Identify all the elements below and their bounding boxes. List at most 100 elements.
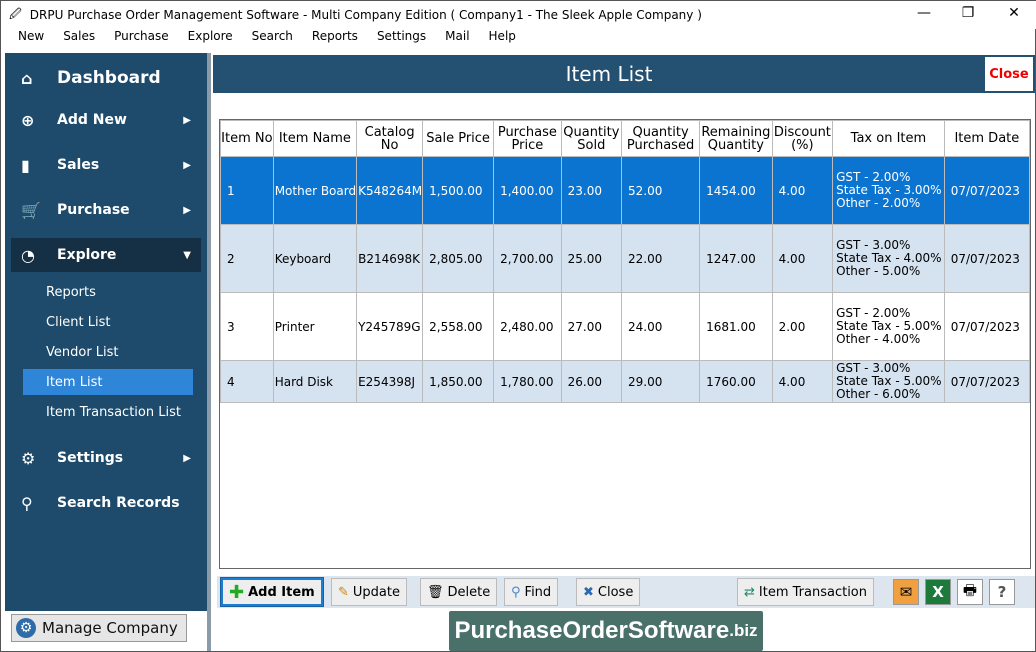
table-cell: GST - 2.00% State Tax - 3.00% Other - 2.00… [832, 156, 945, 225]
column-header[interactable]: Remaining Quantity [699, 120, 773, 157]
table-row[interactable]: 2 Keyboard B214698K 2,805.00 2,700.00 25.00 22… [220, 224, 1031, 293]
email-icon[interactable]: ✉ [893, 579, 919, 605]
magnifier-icon: ⚲ [511, 584, 521, 600]
sidebar-item-explore[interactable]: ◔ Explore ▼ [11, 238, 201, 272]
column-header[interactable]: Quantity Sold [560, 120, 623, 157]
chevron-right-icon: ▶ [183, 204, 191, 216]
sidebar-sub-item-transaction-list[interactable]: Item Transaction List [23, 399, 193, 425]
minimize-button[interactable]: — [909, 5, 939, 21]
table-cell: Hard Disk [272, 360, 358, 403]
table-cell: 27.00 [560, 292, 623, 361]
table-cell: 29.00 [621, 360, 701, 403]
splitter[interactable] [207, 53, 211, 651]
sidebar-item-search-records[interactable]: ⚲ Search Records [11, 486, 201, 520]
sidebar-sub-client-list[interactable]: Client List [23, 309, 193, 335]
add-item-button[interactable]: ✚ Add Item [220, 577, 324, 607]
menu-reports[interactable]: Reports [312, 29, 358, 47]
table-cell: B214698K [356, 224, 424, 293]
chevron-right-icon: ▶ [183, 114, 191, 126]
table-cell: 2 [220, 224, 274, 293]
table-cell: 23.00 [560, 156, 623, 225]
menu-new[interactable]: New [18, 29, 44, 47]
column-header[interactable]: Tax on Item [832, 120, 945, 157]
menu-settings[interactable]: Settings [377, 29, 426, 47]
close-button[interactable]: ✖ Close [576, 578, 641, 606]
table-cell: 2,480.00 [493, 292, 562, 361]
table-cell: Mother Board [272, 156, 358, 225]
table-cell: Keyboard [272, 224, 358, 293]
table-cell: GST - 3.00% State Tax - 5.00% Other - 6.00… [832, 360, 945, 403]
menu-search[interactable]: Search [252, 29, 293, 47]
page-title: Item List [213, 55, 1035, 93]
table-cell: 24.00 [621, 292, 701, 361]
column-header[interactable]: Purchase Price [493, 120, 562, 157]
menu-explore[interactable]: Explore [188, 29, 233, 47]
update-button[interactable]: ✎ Update [331, 578, 407, 606]
title-bar: 🖉 DRPU Purchase Order Management Softwar… [1, 1, 1036, 29]
printer-icon[interactable]: 🖶 [957, 579, 983, 605]
sidebar-sub-reports[interactable]: Reports [23, 279, 193, 305]
item-table: Item No Item Name Catalog No Sale Price Purc… [219, 119, 1031, 569]
tax-line: Other - 5.00% [836, 264, 921, 278]
table-cell: 1,500.00 [422, 156, 495, 225]
table-cell: 4.00 [771, 156, 834, 225]
table-cell: 2.00 [771, 292, 834, 361]
toolbar: ✚ Add Item ✎ Update 🗑 Delete ⚲ Find ✖ Close ⇄… [217, 576, 1035, 608]
table-cell: 07/07/2023 [943, 156, 1031, 225]
maximize-button[interactable]: ❐ [953, 5, 983, 21]
add-file-icon: ⊕ [21, 110, 35, 130]
menu-bar: New Sales Purchase Explore Search Report… [1, 29, 1036, 47]
table-row[interactable]: 4 Hard Disk E254398J 1,850.00 1,780.00 26.00 2… [220, 360, 1031, 403]
table-cell: 26.00 [560, 360, 623, 403]
sidebar-item-dashboard[interactable]: ⌂ Dashboard [11, 61, 201, 95]
trash-icon: 🗑 [427, 584, 444, 600]
menu-purchase[interactable]: Purchase [114, 29, 169, 47]
chevron-down-icon: ▼ [183, 249, 191, 261]
table-cell: 4.00 [771, 360, 834, 403]
sidebar-item-sales[interactable]: ▮ Sales ▶ [11, 148, 201, 182]
table-cell: GST - 2.00% State Tax - 5.00% Other - 4.00… [832, 292, 945, 361]
table-cell: 4 [220, 360, 274, 403]
excel-icon[interactable]: X [925, 579, 951, 605]
item-transaction-button[interactable]: ⇄ Item Transaction [737, 578, 875, 606]
table-cell: 07/07/2023 [943, 292, 1031, 361]
table-cell: 2,558.00 [422, 292, 495, 361]
column-header[interactable]: Discount (%) [771, 120, 834, 157]
column-header[interactable]: Catalog No [356, 120, 424, 157]
table-row[interactable]: 1 Mother Board K548264M 1,500.00 1,400.00 23.… [220, 156, 1031, 225]
table-cell: 25.00 [560, 224, 623, 293]
table-cell: 1,850.00 [422, 360, 495, 403]
sidebar-item-settings[interactable]: ⚙ Settings ▶ [11, 441, 201, 475]
manage-company-button[interactable]: ⚙ Manage Company [11, 614, 187, 642]
help-icon[interactable]: ? [989, 579, 1015, 605]
transfer-icon: ⇄ [744, 584, 755, 600]
table-cell: 1247.00 [699, 224, 773, 293]
pencil-icon: ✎ [338, 584, 349, 600]
table-cell: Y245789G [356, 292, 424, 361]
column-header[interactable]: Item Name [272, 120, 358, 157]
table-cell: 07/07/2023 [943, 360, 1031, 403]
table-cell: 07/07/2023 [943, 224, 1031, 293]
column-header[interactable]: Item No [220, 120, 274, 157]
column-header[interactable]: Sale Price [422, 120, 495, 157]
menu-sales[interactable]: Sales [63, 29, 95, 47]
chevron-right-icon: ▶ [183, 159, 191, 171]
find-button[interactable]: ⚲ Find [504, 578, 559, 606]
close-panel-button[interactable]: Close [985, 57, 1033, 91]
sidebar-item-purchase[interactable]: 🛒 Purchase ▶ [11, 193, 201, 227]
sidebar-sub-item-list[interactable]: Item List [23, 369, 193, 395]
column-header[interactable]: Quantity Purchased [621, 120, 701, 157]
table-row[interactable]: 3 Printer Y245789G 2,558.00 2,480.00 27.00 24.… [220, 292, 1031, 361]
home-icon: ⌂ [21, 68, 33, 88]
table-cell: GST - 3.00% State Tax - 4.00% Other - 5.00… [832, 224, 945, 293]
sidebar-sub-vendor-list[interactable]: Vendor List [23, 339, 193, 365]
tax-line: Other - 4.00% [836, 332, 921, 346]
table-cell: E254398J [356, 360, 424, 403]
close-window-button[interactable]: ✕ [999, 5, 1029, 21]
table-cell: 3 [220, 292, 274, 361]
menu-mail[interactable]: Mail [445, 29, 469, 47]
column-header[interactable]: Item Date [943, 120, 1031, 157]
sidebar-item-add-new[interactable]: ⊕ Add New ▶ [11, 103, 201, 137]
menu-help[interactable]: Help [489, 29, 516, 47]
delete-button[interactable]: 🗑 Delete [420, 578, 498, 606]
